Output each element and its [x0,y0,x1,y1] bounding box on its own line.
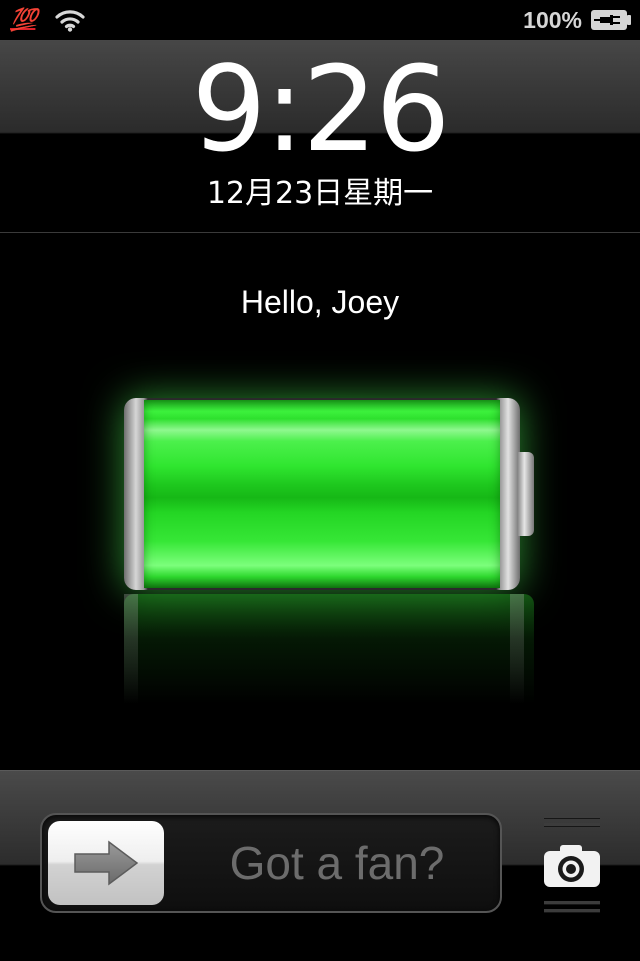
grip-line-bottom-2 [544,909,600,913]
arrow-right-icon [71,839,141,887]
clock-time: 9:26 [0,50,640,168]
reflection-edge-left [124,594,138,704]
clock-band: 9:26 12月23日星期一 [0,40,640,233]
camera-grabber[interactable] [540,811,604,915]
unlock-slider-track[interactable]: Got a fan? [40,813,502,913]
grip-line-top-1 [544,815,600,819]
charging-battery [100,360,560,720]
camera-icon [542,843,602,889]
hundred-points-icon: 💯 [10,8,35,33]
battery-charge-fill [144,400,500,588]
status-right: 100% [523,4,632,36]
unlock-slider-knob[interactable] [48,821,164,905]
unlock-slider-label: Got a fan? [182,815,492,911]
unlock-bar: Got a fan? [0,770,640,961]
greeting-text: Hello, Joey [0,282,640,322]
battery-reflection [124,594,534,704]
battery-percent: 100% [523,7,582,34]
reflection-edge-right [510,594,524,704]
clock-date: 12月23日星期一 [0,176,640,212]
grip-line-top-2 [544,823,600,827]
status-bar: 💯 100% [0,0,640,40]
wifi-icon [55,8,85,32]
charging-battery-icon [590,9,632,31]
grip-line-bottom-1 [544,901,600,905]
battery-terminal [518,452,534,536]
status-left: 💯 [10,4,85,36]
